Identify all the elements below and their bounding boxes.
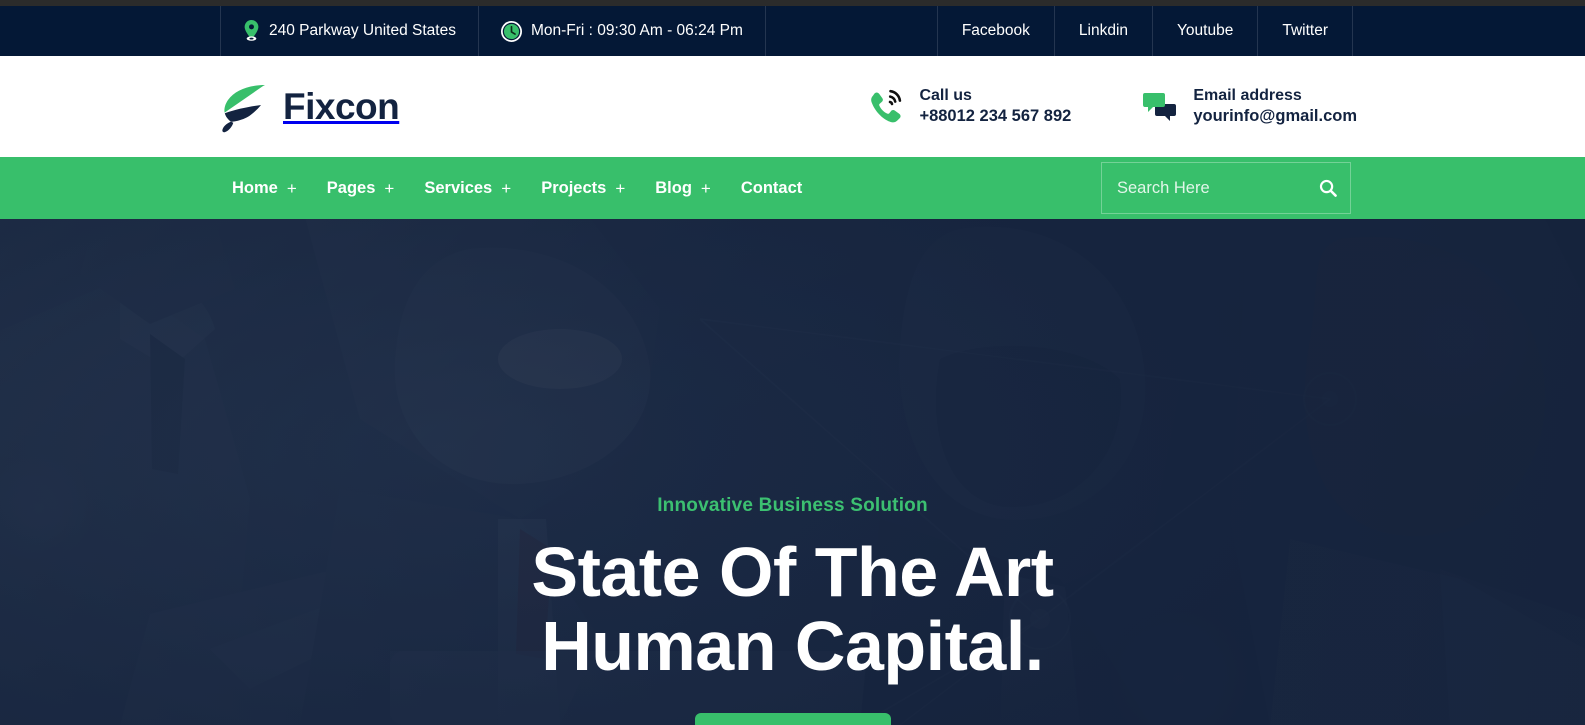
social-link-youtube[interactable]: Youtube bbox=[1152, 6, 1257, 56]
social-link-twitter[interactable]: Twitter bbox=[1257, 6, 1353, 56]
search-icon bbox=[1319, 179, 1337, 197]
hero-title: State Of The Art Human Capital. bbox=[531, 533, 1054, 686]
header-contact-group: Call us +88012 234 567 892 Email address… bbox=[865, 85, 1357, 128]
logo-text: Fixcon bbox=[283, 85, 400, 127]
chevron-plus-icon: + bbox=[700, 178, 711, 198]
hero-content: Innovative Business Solution State Of Th… bbox=[0, 219, 1585, 725]
chevron-plus-icon: + bbox=[286, 178, 297, 198]
nav-label-blog: Blog bbox=[655, 178, 692, 197]
top-info-bar: 240 Parkway United States Mon-Fri : 09:3… bbox=[0, 6, 1585, 56]
call-label: Call us bbox=[919, 87, 972, 105]
nav-item-contact[interactable]: Contact bbox=[741, 179, 802, 198]
topbar-hours: Mon-Fri : 09:30 Am - 06:24 Pm bbox=[477, 6, 766, 56]
chevron-plus-icon: + bbox=[384, 178, 395, 198]
hero-title-line-2: Human Capital. bbox=[541, 607, 1044, 686]
main-navigation-bar: Home + Pages + Services + Projects + Blo… bbox=[0, 157, 1585, 219]
nav-item-projects[interactable]: Projects + bbox=[541, 179, 625, 198]
header-call-block[interactable]: Call us +88012 234 567 892 bbox=[865, 85, 1071, 128]
nav-label-pages: Pages bbox=[326, 178, 376, 197]
phone-ring-icon bbox=[865, 87, 905, 127]
email-label: Email address bbox=[1193, 87, 1302, 105]
topbar-location-text: 240 Parkway United States bbox=[269, 22, 456, 39]
search-box bbox=[1101, 162, 1351, 214]
leaf-logo-icon bbox=[215, 80, 269, 134]
topbar-location: 240 Parkway United States bbox=[220, 6, 478, 56]
social-link-facebook[interactable]: Facebook bbox=[936, 6, 1054, 56]
hero-cta-button[interactable]: Get A Quote bbox=[694, 713, 891, 725]
clock-icon bbox=[500, 20, 522, 42]
chat-bubbles-icon bbox=[1139, 87, 1179, 127]
nav-item-blog[interactable]: Blog + bbox=[655, 179, 711, 198]
topbar-social-group: Facebook Linkdin Youtube Twitter bbox=[936, 6, 1353, 56]
nav-label-home: Home bbox=[232, 178, 278, 197]
call-number: +88012 234 567 892 bbox=[919, 107, 1072, 126]
site-header: Fixcon Call us +88012 234 567 892 Email … bbox=[0, 56, 1585, 157]
nav-item-services[interactable]: Services + bbox=[424, 179, 511, 198]
topbar-left-group: 240 Parkway United States Mon-Fri : 09:3… bbox=[220, 6, 766, 56]
header-email-block[interactable]: Email address yourinfo@gmail.com bbox=[1139, 85, 1357, 128]
nav-label-contact: Contact bbox=[740, 178, 803, 197]
email-address: yourinfo@gmail.com bbox=[1193, 107, 1357, 126]
nav-label-services: Services bbox=[424, 178, 493, 197]
chevron-plus-icon: + bbox=[501, 178, 512, 198]
nav-item-pages[interactable]: Pages + bbox=[327, 179, 395, 198]
nav-label-projects: Projects bbox=[541, 178, 607, 197]
nav-item-home[interactable]: Home + bbox=[232, 179, 297, 198]
hero-title-line-1: State Of The Art bbox=[531, 533, 1054, 611]
hero-subtitle: Innovative Business Solution bbox=[657, 495, 928, 516]
search-submit-button[interactable] bbox=[1305, 162, 1351, 214]
location-pin-icon bbox=[243, 20, 260, 42]
call-text-lines: Call us +88012 234 567 892 bbox=[919, 85, 1071, 128]
hero-banner: Innovative Business Solution State Of Th… bbox=[0, 219, 1585, 725]
social-link-linkedin[interactable]: Linkdin bbox=[1053, 6, 1152, 56]
topbar-hours-text: Mon-Fri : 09:30 Am - 06:24 Pm bbox=[530, 22, 743, 39]
email-text-lines: Email address yourinfo@gmail.com bbox=[1193, 85, 1357, 128]
site-logo[interactable]: Fixcon bbox=[215, 80, 400, 134]
nav-menu: Home + Pages + Services + Projects + Blo… bbox=[232, 179, 802, 198]
chevron-plus-icon: + bbox=[615, 178, 626, 198]
